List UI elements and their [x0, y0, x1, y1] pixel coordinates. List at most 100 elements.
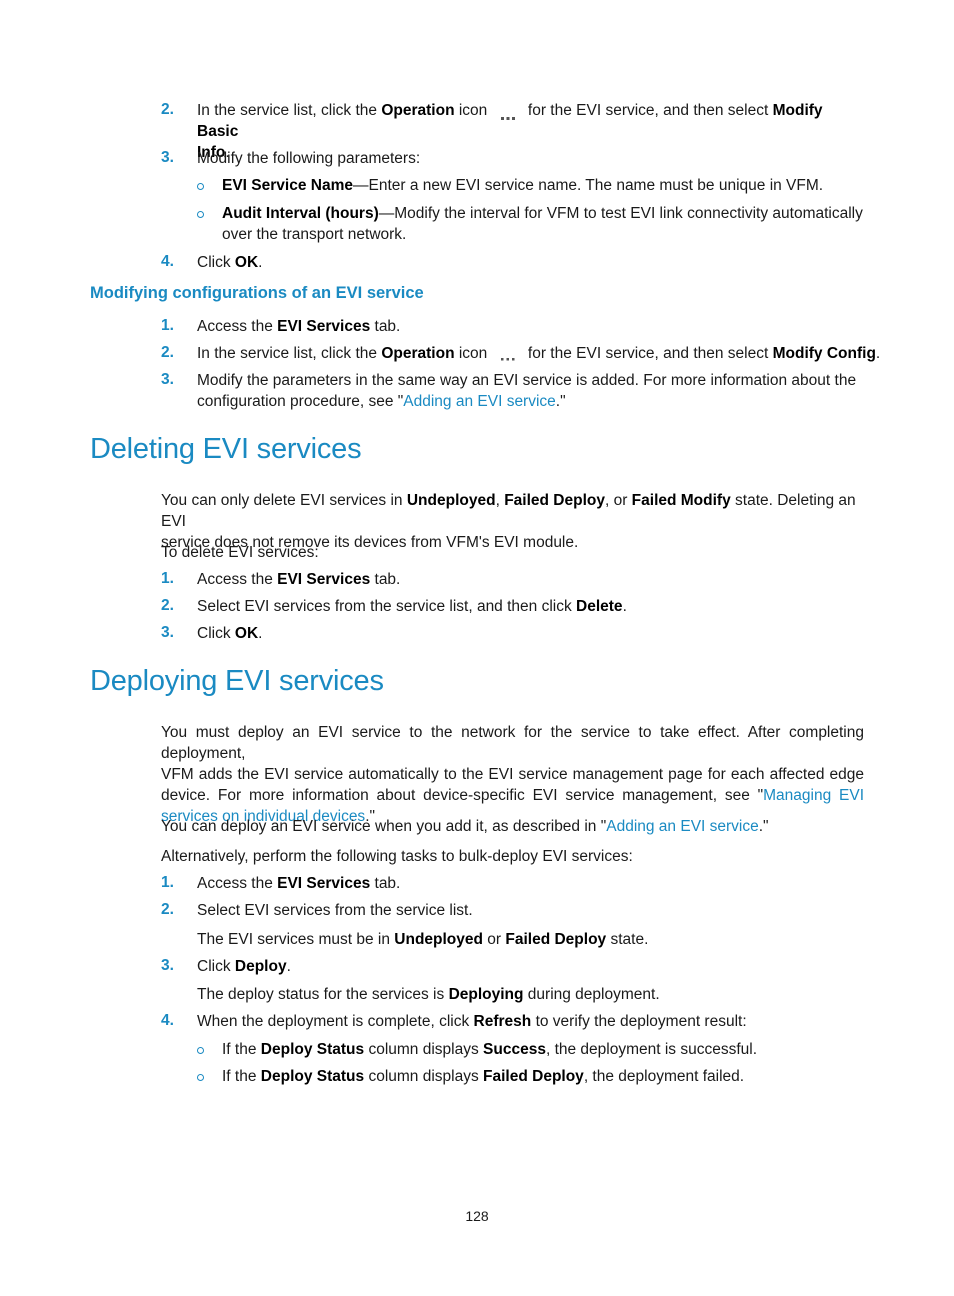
ui-term: Undeployed — [394, 931, 483, 948]
text: for the EVI service, and then select — [523, 345, 773, 362]
ui-term: Failed Deploy — [504, 492, 605, 509]
paragraph: To delete EVI services: — [161, 544, 319, 561]
bullet-icon — [197, 1074, 204, 1081]
ui-term: EVI Service Name — [222, 177, 353, 194]
text: for the EVI service, and then select — [523, 102, 773, 119]
step-text: In the service list, click the Operation… — [197, 343, 880, 364]
text: The EVI services must be in — [197, 931, 395, 948]
text: icon — [454, 102, 492, 119]
text: , or — [604, 492, 632, 509]
step-text: Select EVI services from the service lis… — [197, 596, 627, 617]
text: In the service list, click the — [197, 345, 382, 362]
adding-evi-service-link[interactable]: Adding an EVI service — [606, 818, 759, 835]
text: Click — [197, 625, 235, 642]
ui-term: Delete — [576, 598, 623, 615]
ui-term: Failed Modify — [631, 492, 731, 509]
text: . — [286, 958, 291, 975]
step-number: 1. — [161, 570, 174, 587]
step-note: The deploy status for the services is De… — [197, 984, 660, 1005]
step-note: The EVI services must be in Undeployed o… — [197, 929, 648, 950]
ui-term: Failed Deploy — [483, 1068, 584, 1085]
step-text: Modify the parameters in the same way an… — [197, 370, 867, 412]
text: tab. — [370, 571, 401, 588]
text: Access the — [197, 571, 278, 588]
text: . — [622, 598, 627, 615]
bullet-icon — [197, 183, 204, 190]
ui-term: EVI Services — [277, 875, 371, 892]
text: column displays — [364, 1068, 484, 1085]
text: When the deployment is complete, click — [197, 1013, 474, 1030]
paragraph: Alternatively, perform the following tas… — [161, 848, 633, 865]
text: You must deploy an EVI service to the ne… — [161, 724, 864, 762]
text: You can only delete EVI services in — [161, 492, 407, 509]
step-text: Access the EVI Services tab. — [197, 569, 400, 590]
text: . — [875, 345, 881, 362]
step-number: 3. — [161, 371, 174, 388]
bullet-text: If the Deploy Status column displays Fai… — [222, 1066, 744, 1087]
ui-term: Operation — [381, 345, 455, 362]
text: , the deployment failed. — [583, 1068, 745, 1085]
section-heading: Deleting EVI services — [90, 433, 362, 465]
page-number: 128 — [465, 1208, 489, 1224]
managing-evi-link[interactable]: Managing EVI — [763, 787, 864, 804]
step-text: Select EVI services from the service lis… — [197, 902, 473, 919]
text: Access the — [197, 875, 278, 892]
ui-term: EVI Services — [277, 571, 371, 588]
text: during deployment. — [523, 986, 660, 1003]
text: Click — [197, 254, 235, 271]
step-number: 3. — [161, 149, 174, 166]
text: —Modify the interval for VFM to test EVI… — [378, 205, 863, 222]
text: —Enter a new EVI service name. The name … — [352, 177, 824, 194]
bullet-icon — [197, 211, 204, 218]
text: In the service list, click the — [197, 102, 382, 119]
ui-term: EVI Services — [277, 318, 371, 335]
ui-term: Deploy — [234, 958, 287, 975]
step-number: 3. — [161, 624, 174, 641]
text: icon — [454, 345, 492, 362]
operation-icon — [498, 349, 518, 361]
ui-term: Success — [483, 1041, 546, 1058]
text: or — [482, 931, 506, 948]
step-number: 3. — [161, 957, 174, 974]
text: to verify the deployment result: — [531, 1013, 747, 1030]
ui-term: Audit Interval (hours) — [222, 205, 379, 222]
text: state. — [606, 931, 649, 948]
text: tab. — [370, 875, 401, 892]
ui-term: Deploy Status — [260, 1068, 365, 1085]
text: device. For more information about devic… — [161, 787, 764, 804]
ui-term: OK — [234, 625, 259, 642]
step-text: Access the EVI Services tab. — [197, 316, 400, 337]
bullet-text: If the Deploy Status column displays Suc… — [222, 1039, 757, 1060]
text: Select EVI services from the service lis… — [197, 598, 577, 615]
text: configuration procedure, see " — [197, 393, 404, 410]
text: You can deploy an EVI service when you a… — [161, 818, 607, 835]
ui-term: Refresh — [473, 1013, 532, 1030]
adding-evi-service-link[interactable]: Adding an EVI service — [403, 393, 556, 410]
ui-term: Deploying — [448, 986, 524, 1003]
step-text: Click OK. — [197, 252, 262, 273]
text: tab. — [370, 318, 401, 335]
step-number: 1. — [161, 874, 174, 891]
bullet-text: EVI Service Name—Enter a new EVI service… — [222, 175, 823, 196]
step-number: 2. — [161, 101, 174, 118]
text: column displays — [364, 1041, 484, 1058]
step-number: 2. — [161, 901, 174, 918]
text: ." — [758, 818, 769, 835]
text: If the — [222, 1041, 261, 1058]
ui-term: Operation — [381, 102, 455, 119]
text: . — [258, 254, 263, 271]
step-text: Click Deploy. — [197, 956, 291, 977]
bullet-icon — [197, 1047, 204, 1054]
step-number: 2. — [161, 597, 174, 614]
ui-term: OK — [234, 254, 259, 271]
bullet-text: Audit Interval (hours)—Modify the interv… — [222, 203, 867, 245]
step-text: When the deployment is complete, click R… — [197, 1011, 747, 1032]
text: ." — [555, 393, 566, 410]
text: VFM adds the EVI service automatically t… — [161, 766, 864, 783]
text: Modify the parameters in the same way an… — [197, 372, 857, 389]
ui-term: Undeployed — [406, 492, 496, 509]
section-heading: Deploying EVI services — [90, 665, 384, 697]
text: . — [258, 625, 263, 642]
ui-term: Modify Config — [772, 345, 876, 362]
step-text: Access the EVI Services tab. — [197, 873, 400, 894]
